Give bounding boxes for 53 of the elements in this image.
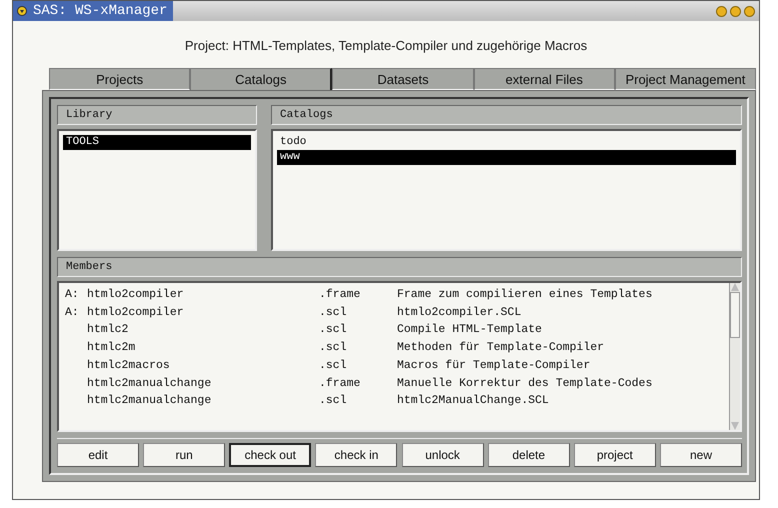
list-item[interactable]: www	[277, 150, 736, 165]
tab[interactable]: Catalogs	[190, 68, 332, 90]
member-description: Macros für Template-Compiler	[397, 358, 590, 374]
member-name: htmlc2m	[87, 341, 136, 354]
list-item[interactable]: TOOLS	[63, 135, 251, 150]
scrollbar[interactable]	[729, 283, 740, 430]
member-description: htmlo2compiler.SCL	[397, 304, 522, 321]
action-button[interactable]: project	[574, 443, 656, 467]
member-type: .frame	[319, 288, 360, 301]
project-label: Project: HTML-Templates, Template-Compiler und zugehörige Macros	[184, 38, 588, 53]
action-button[interactable]: run	[143, 443, 226, 467]
member-name: htmlc2manualchange	[87, 394, 212, 408]
action-button[interactable]: new	[660, 443, 742, 467]
tab[interactable]: Project Management	[614, 68, 756, 90]
member-description: htmlc2ManualChange.SCL	[397, 393, 549, 410]
member-type: .frame	[319, 376, 360, 390]
status-label: A:	[65, 306, 79, 319]
minimize-icon[interactable]	[716, 6, 727, 16]
section-header: Members	[57, 257, 742, 277]
list-item[interactable]: todo	[277, 135, 736, 150]
member-name: htmlc2	[87, 323, 128, 336]
member-type: .scl	[319, 341, 347, 354]
member-description: Compile HTML-Template	[397, 322, 542, 338]
member-type: .scl	[319, 358, 347, 372]
action-button[interactable]: edit	[57, 443, 139, 467]
menu-icon[interactable]	[17, 6, 27, 16]
close-icon[interactable]	[744, 6, 755, 16]
member-description: Methoden für Template-Compiler	[397, 340, 604, 356]
member-name: htmlc2macros	[87, 358, 170, 372]
member-type: .scl	[319, 323, 347, 336]
scroll-thumb[interactable]	[730, 292, 740, 338]
member-type: .scl	[319, 306, 347, 319]
member-name: htmlo2compiler	[87, 288, 184, 301]
member-type: .scl	[319, 394, 347, 408]
tab[interactable]: Datasets	[332, 68, 474, 90]
list-box[interactable]: TOOLS	[57, 129, 257, 251]
window-title: SAS: WS-xManager	[33, 3, 168, 19]
action-button[interactable]: unlock	[402, 443, 484, 467]
action-button[interactable]: check out	[229, 443, 312, 467]
tab[interactable]: external Files	[474, 68, 615, 90]
member-name: htmlc2manualchange	[87, 376, 212, 390]
status-label: A:	[65, 288, 79, 301]
member-name: htmlo2compiler	[87, 306, 184, 319]
maximize-icon[interactable]	[730, 6, 741, 16]
section-header: Catalogs	[271, 105, 742, 125]
members-list[interactable]	[57, 281, 742, 432]
action-button[interactable]: delete	[488, 443, 570, 467]
member-description: Frame zum compilieren eines Templates	[397, 287, 652, 303]
tab[interactable]: Projects	[49, 68, 190, 90]
list-box[interactable]: todo www	[271, 129, 742, 251]
member-description: Manuelle Korrektur des Template-Codes	[397, 376, 652, 392]
section-header: Library	[57, 105, 257, 125]
action-button[interactable]: check in	[315, 443, 398, 467]
